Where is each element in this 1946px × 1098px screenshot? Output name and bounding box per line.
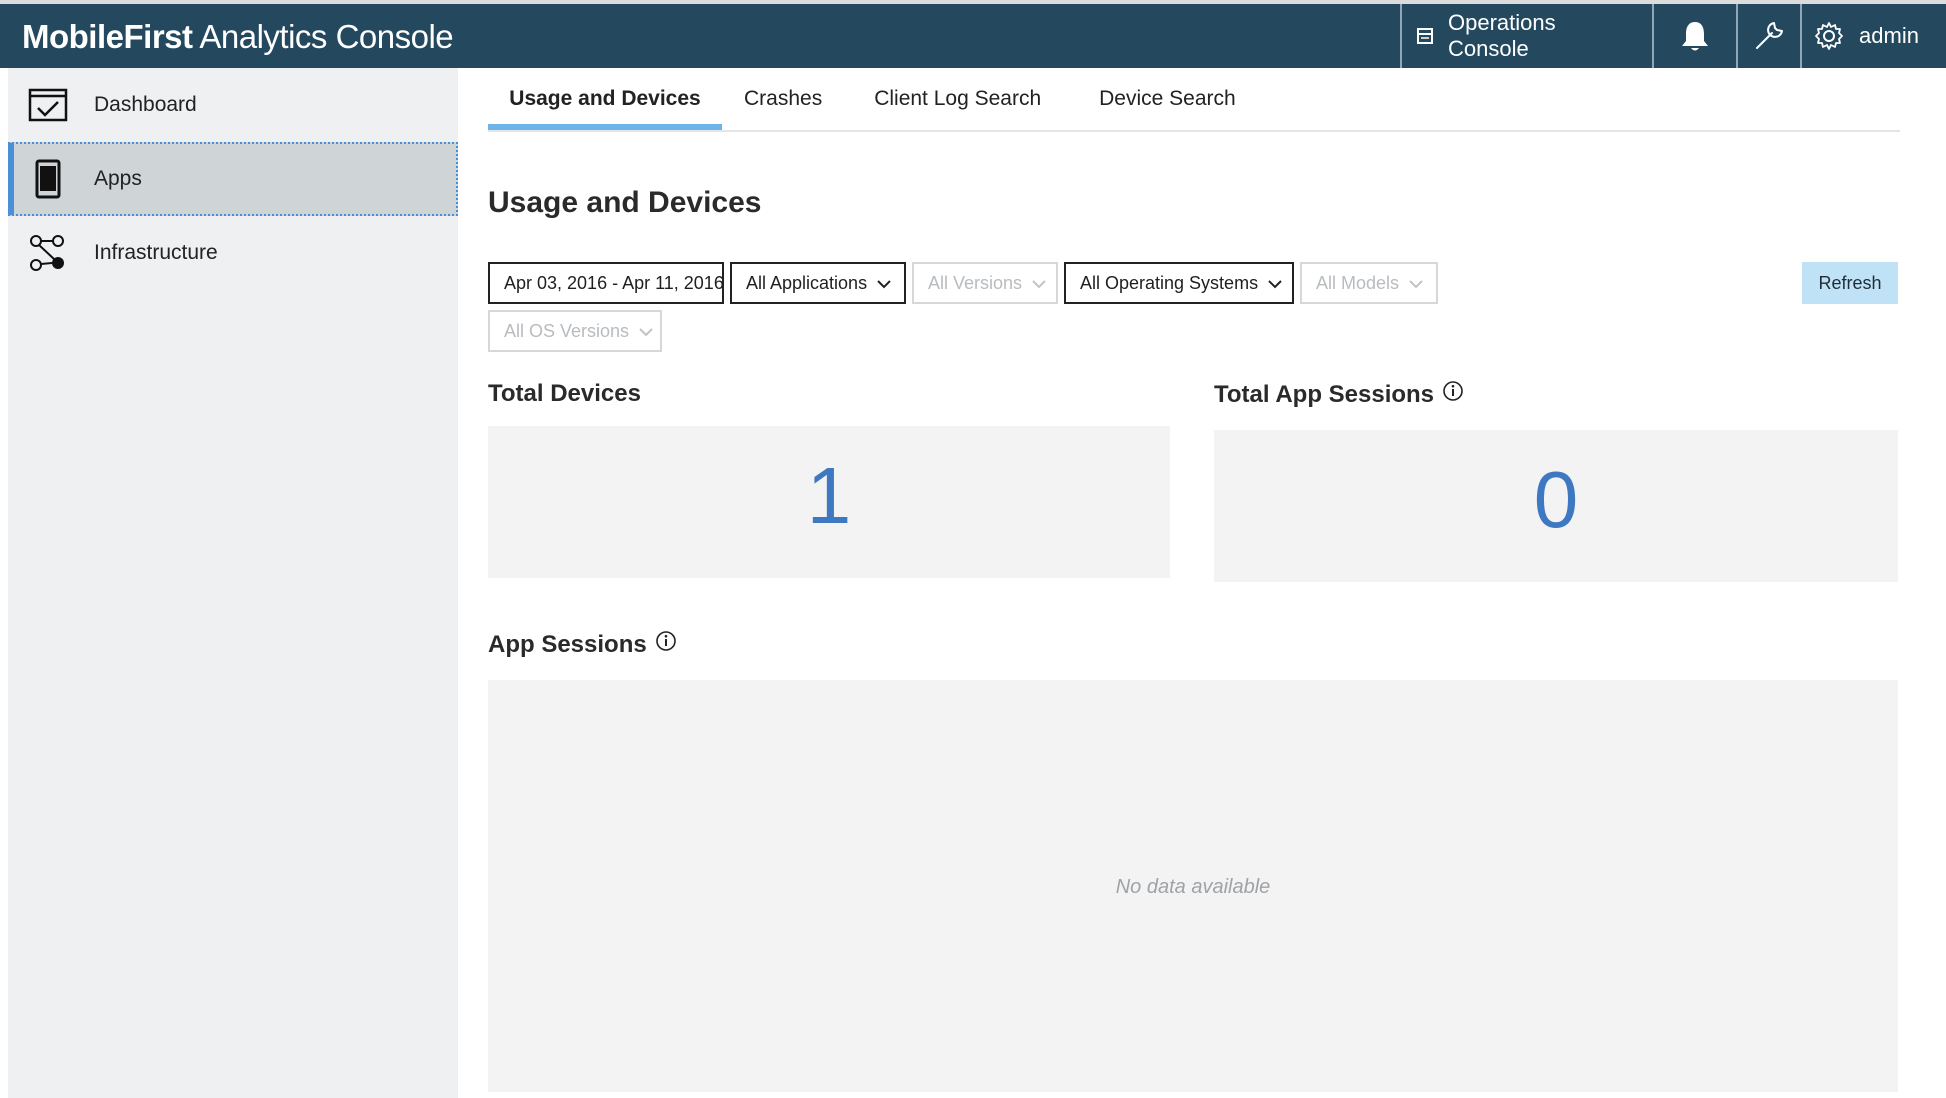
wrench-icon (1752, 19, 1786, 53)
info-icon[interactable] (1442, 380, 1464, 409)
operations-console-label: Operations Console (1448, 10, 1556, 61)
total-app-sessions-value: 0 (1533, 455, 1579, 544)
chevron-down-icon (1409, 273, 1423, 294)
total-devices-title: Total Devices (488, 380, 641, 408)
sidebar-item-label: Dashboard (94, 93, 197, 116)
tools-button[interactable] (1736, 4, 1800, 68)
dashboard-icon (26, 83, 70, 127)
gear-icon (1813, 20, 1845, 52)
tab-device-search[interactable]: Device Search (1061, 68, 1256, 130)
total-devices-value: 1 (806, 451, 852, 540)
operating-systems-value: All Operating Systems (1080, 272, 1259, 293)
applications-value: All Applications (746, 272, 868, 293)
os-versions-dropdown[interactable]: All OS Versions (488, 310, 662, 352)
sidebar-item-apps[interactable]: Apps (8, 142, 458, 216)
date-range-picker[interactable]: Apr 03, 2016 - Apr 11, 2016 (488, 262, 724, 304)
header-nav: Operations Console admin (1400, 4, 1930, 68)
total-app-sessions-title: Total App Sessions (1214, 380, 1464, 409)
chevron-down-icon (639, 321, 653, 342)
tab-bar: Usage and Devices Crashes Client Log Sea… (488, 68, 1900, 132)
main-content: Usage and Devices Crashes Client Log Sea… (488, 68, 1900, 1092)
applications-dropdown[interactable]: All Applications (730, 262, 906, 304)
tab-client-log-search[interactable]: Client Log Search (842, 68, 1061, 130)
app-sessions-chart-panel: No data available (488, 680, 1898, 1092)
console-icon (1416, 27, 1434, 45)
versions-dropdown[interactable]: All Versions (912, 262, 1058, 304)
tab-usage-and-devices[interactable]: Usage and Devices (488, 68, 722, 130)
brand-rest: Analytics Console (192, 18, 454, 55)
total-devices-label: Total Devices (488, 380, 641, 407)
models-dropdown[interactable]: All Models (1300, 262, 1438, 304)
network-nodes-icon (26, 231, 70, 275)
user-name: admin (1859, 23, 1919, 48)
info-icon[interactable] (655, 630, 677, 659)
app-title: MobileFirst Analytics Console (22, 18, 454, 56)
notifications-button[interactable] (1652, 4, 1736, 68)
tab-crashes[interactable]: Crashes (722, 68, 842, 130)
operating-systems-dropdown[interactable]: All Operating Systems (1064, 262, 1294, 304)
sidebar-edge (0, 68, 8, 1098)
app-sessions-title: App Sessions (488, 630, 677, 659)
operations-console-button[interactable]: Operations Console (1400, 4, 1652, 68)
sidebar: Dashboard Apps Infrastructure (8, 68, 458, 1098)
user-menu-button[interactable]: admin (1800, 4, 1930, 68)
sidebar-item-label: Infrastructure (94, 241, 218, 264)
chevron-down-icon (1268, 273, 1282, 294)
versions-value: All Versions (928, 272, 1023, 293)
app-sessions-label: App Sessions (488, 630, 647, 658)
no-data-message: No data available (1115, 876, 1271, 898)
sidebar-item-label: Apps (94, 167, 142, 190)
brand-bold: MobileFirst (22, 18, 193, 55)
chevron-down-icon (1032, 273, 1046, 294)
models-value: All Models (1316, 272, 1400, 293)
os-versions-value: All OS Versions (504, 320, 630, 341)
app-header: MobileFirst Analytics Console Operations… (0, 4, 1946, 68)
date-range-value: Apr 03, 2016 - Apr 11, 2016 (504, 272, 724, 293)
mobile-device-icon (26, 157, 70, 201)
sidebar-item-infrastructure[interactable]: Infrastructure (8, 216, 458, 290)
page-title: Usage and Devices (488, 186, 762, 219)
total-devices-panel: 1 (488, 426, 1170, 578)
refresh-button[interactable]: Refresh (1802, 262, 1898, 304)
chevron-down-icon (877, 273, 891, 294)
bell-icon (1678, 19, 1712, 53)
total-sessions-label: Total App Sessions (1214, 380, 1435, 408)
total-app-sessions-panel: 0 (1214, 430, 1898, 582)
sidebar-item-dashboard[interactable]: Dashboard (8, 68, 458, 142)
